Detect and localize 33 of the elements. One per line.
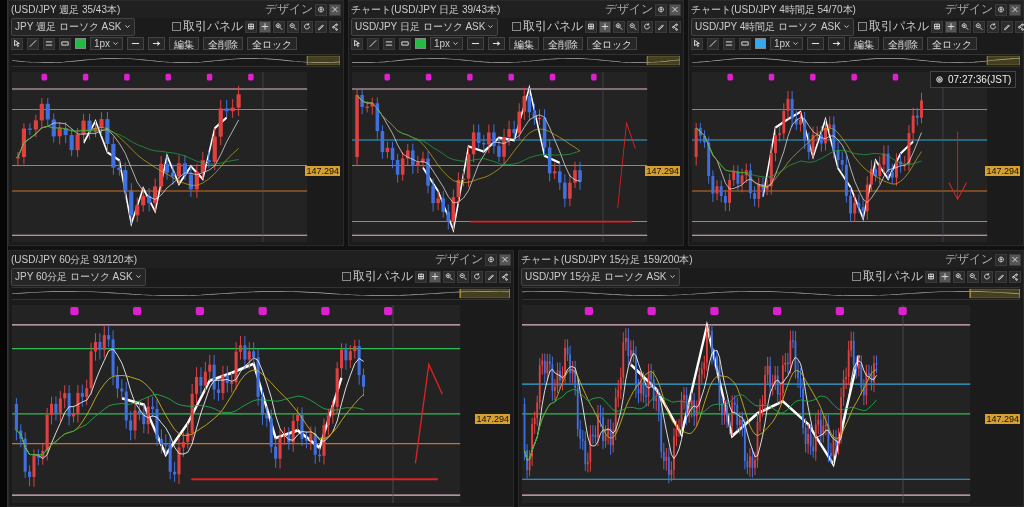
toolbar-button[interactable]: 全ロック [927, 37, 978, 50]
line-width-dropdown[interactable]: 1px [430, 37, 464, 50]
toolbar-button[interactable]: 編集 [169, 37, 200, 50]
clock-time: 07:27:36(JST) [948, 74, 1012, 85]
price-tag: 147.294 [475, 413, 510, 424]
toolbar-button[interactable]: 全削除 [203, 37, 244, 50]
panel-title: チャート(USD/JPY 15分足 159/200本) [521, 252, 693, 267]
design-link[interactable]: デザイン [945, 251, 993, 268]
toolbar-button[interactable]: 全削除 [883, 37, 924, 50]
design-link[interactable]: デザイン [945, 1, 993, 18]
line-width-dropdown[interactable]: 1px [90, 37, 124, 50]
price-tag: 147.294 [645, 165, 680, 176]
design-link[interactable]: デザイン [605, 1, 653, 18]
trade-panel-label: 取引パネル [863, 268, 923, 285]
trade-panel-label: 取引パネル [183, 18, 243, 35]
toolbar-button[interactable]: 編集 [849, 37, 880, 50]
design-link[interactable]: デザイン [265, 1, 313, 18]
line-width-dropdown[interactable]: 1px [770, 37, 804, 50]
price-tag: 147.294 [305, 165, 340, 176]
panel-title: (USD/JPY 週足 35/43本) [11, 2, 121, 17]
toolbar-button[interactable]: 全ロック [587, 37, 638, 50]
trade-panel-label: 取引パネル [353, 268, 413, 285]
panel-title: チャート(USD/JPY 4時間足 54/70本) [691, 2, 856, 17]
price-tag: 147.294 [985, 165, 1020, 176]
toolbar-button[interactable]: 全ロック [247, 37, 298, 50]
trade-panel-label: 取引パネル [523, 18, 583, 35]
panel-title: (USD/JPY 60分足 93/120本) [11, 252, 137, 267]
panel-title: チャート(USD/JPY 日足 39/43本) [351, 2, 501, 17]
toolbar-button[interactable]: 全削除 [543, 37, 584, 50]
toolbar-button[interactable]: 編集 [509, 37, 540, 50]
trade-panel-label: 取引パネル [868, 18, 929, 35]
design-link[interactable]: デザイン [435, 251, 483, 268]
price-tag: 147.294 [985, 413, 1020, 424]
